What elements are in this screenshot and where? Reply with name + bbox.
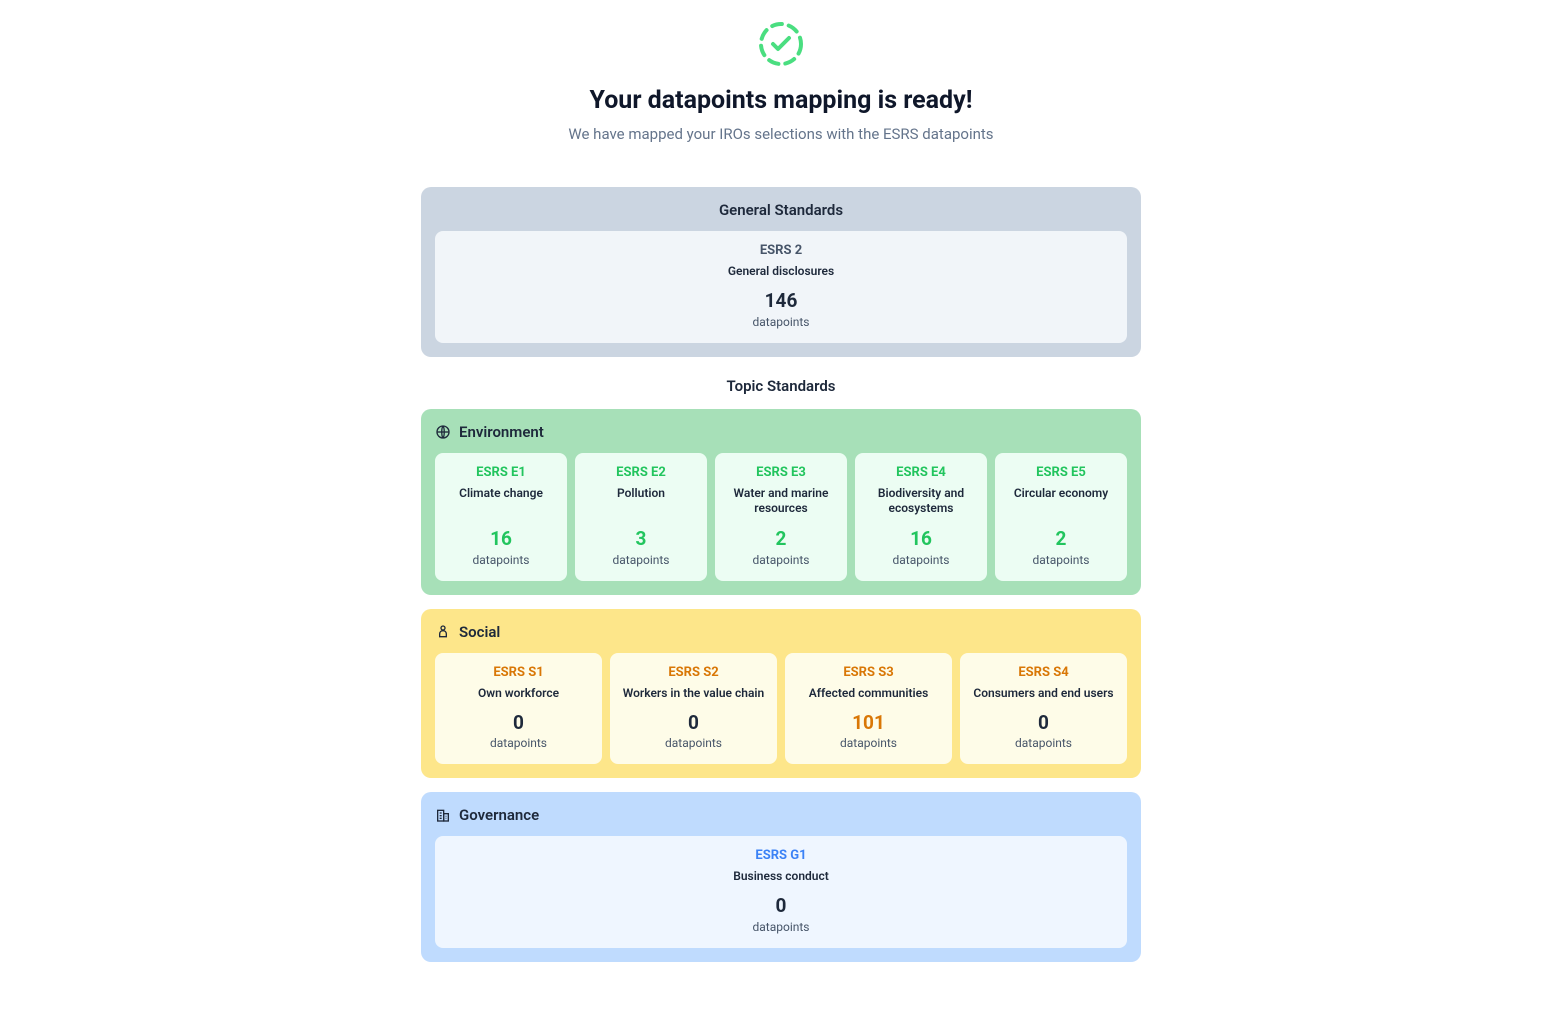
- page-header: Your datapoints mapping is ready! We hav…: [421, 20, 1141, 143]
- card-count: 16: [865, 528, 977, 551]
- card-code: ESRS S1: [445, 665, 592, 680]
- card-count: 101: [795, 712, 942, 735]
- card-code: ESRS E1: [445, 465, 557, 480]
- card-desc: Pollution: [585, 486, 697, 518]
- general-standards-heading: General Standards: [435, 201, 1127, 219]
- social-label: Social: [459, 623, 500, 641]
- card-esrs-e4[interactable]: ESRS E4 Biodiversity and ecosystems 16 d…: [855, 453, 987, 581]
- card-desc: Biodiversity and ecosystems: [865, 486, 977, 518]
- card-code: ESRS E4: [865, 465, 977, 480]
- environment-panel: Environment ESRS E1 Climate change 16 da…: [421, 409, 1141, 595]
- card-esrs-2[interactable]: ESRS 2 General disclosures 146 datapoint…: [435, 231, 1127, 343]
- governance-label: Governance: [459, 806, 539, 824]
- environment-label: Environment: [459, 423, 544, 441]
- card-esrs-e5[interactable]: ESRS E5 Circular economy 2 datapoints: [995, 453, 1127, 581]
- card-unit: datapoints: [1005, 553, 1117, 567]
- card-unit: datapoints: [865, 553, 977, 567]
- card-unit: datapoints: [445, 920, 1117, 934]
- card-code: ESRS E5: [1005, 465, 1117, 480]
- globe-icon: [435, 424, 451, 440]
- card-count: 146: [445, 290, 1117, 313]
- card-esrs-s4[interactable]: ESRS S4 Consumers and end users 0 datapo…: [960, 653, 1127, 765]
- card-code: ESRS 2: [445, 243, 1117, 258]
- card-code: ESRS S4: [970, 665, 1117, 680]
- card-count: 2: [725, 528, 837, 551]
- success-badge-icon: [757, 20, 805, 68]
- card-count: 16: [445, 528, 557, 551]
- card-count: 3: [585, 528, 697, 551]
- topic-standards-heading: Topic Standards: [421, 377, 1141, 395]
- card-unit: datapoints: [970, 736, 1117, 750]
- building-icon: [435, 807, 451, 823]
- card-esrs-s2[interactable]: ESRS S2 Workers in the value chain 0 dat…: [610, 653, 777, 765]
- card-code: ESRS E2: [585, 465, 697, 480]
- card-code: ESRS E3: [725, 465, 837, 480]
- card-esrs-e2[interactable]: ESRS E2 Pollution 3 datapoints: [575, 453, 707, 581]
- card-count: 0: [620, 712, 767, 735]
- page-title: Your datapoints mapping is ready!: [421, 86, 1141, 115]
- card-desc: Water and marine resources: [725, 486, 837, 518]
- general-standards-panel: General Standards ESRS 2 General disclos…: [421, 187, 1141, 357]
- card-code: ESRS G1: [445, 848, 1117, 863]
- card-code: ESRS S2: [620, 665, 767, 680]
- card-count: 2: [1005, 528, 1117, 551]
- card-desc: Affected communities: [795, 686, 942, 702]
- card-unit: datapoints: [795, 736, 942, 750]
- page-container: Your datapoints mapping is ready! We hav…: [421, 20, 1141, 962]
- card-unit: datapoints: [725, 553, 837, 567]
- card-esrs-s3[interactable]: ESRS S3 Affected communities 101 datapoi…: [785, 653, 952, 765]
- card-desc: General disclosures: [445, 264, 1117, 280]
- governance-panel: Governance ESRS G1 Business conduct 0 da…: [421, 792, 1141, 962]
- card-unit: datapoints: [445, 736, 592, 750]
- card-unit: datapoints: [445, 553, 557, 567]
- card-count: 0: [445, 712, 592, 735]
- card-unit: datapoints: [585, 553, 697, 567]
- card-esrs-e1[interactable]: ESRS E1 Climate change 16 datapoints: [435, 453, 567, 581]
- card-esrs-g1[interactable]: ESRS G1 Business conduct 0 datapoints: [435, 836, 1127, 948]
- card-desc: Workers in the value chain: [620, 686, 767, 702]
- person-icon: [435, 624, 451, 640]
- card-esrs-s1[interactable]: ESRS S1 Own workforce 0 datapoints: [435, 653, 602, 765]
- card-count: 0: [445, 895, 1117, 918]
- card-desc: Own workforce: [445, 686, 592, 702]
- card-desc: Consumers and end users: [970, 686, 1117, 702]
- card-desc: Circular economy: [1005, 486, 1117, 518]
- card-esrs-e3[interactable]: ESRS E3 Water and marine resources 2 dat…: [715, 453, 847, 581]
- page-subtitle: We have mapped your IROs selections with…: [421, 125, 1141, 143]
- card-unit: datapoints: [445, 315, 1117, 329]
- card-code: ESRS S3: [795, 665, 942, 680]
- card-count: 0: [970, 712, 1117, 735]
- card-desc: Business conduct: [445, 869, 1117, 885]
- social-panel: Social ESRS S1 Own workforce 0 datapoint…: [421, 609, 1141, 779]
- card-desc: Climate change: [445, 486, 557, 518]
- card-unit: datapoints: [620, 736, 767, 750]
